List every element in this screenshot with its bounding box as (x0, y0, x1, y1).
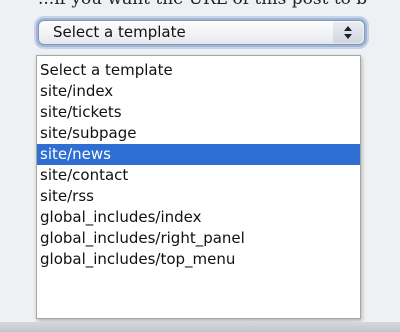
template-select[interactable]: Select a template (38, 20, 365, 45)
select-current-value: Select a template (53, 23, 186, 41)
template-dropdown-list: Select a template site/index site/ticket… (36, 55, 361, 319)
arrow-up-icon (344, 26, 352, 31)
arrow-down-icon (344, 34, 352, 39)
dropdown-option[interactable]: global_includes/top_menu (37, 249, 360, 270)
clipped-instruction-text: ...if you want the URL of this post to b (38, 0, 400, 9)
dropdown-option[interactable]: Select a template (37, 60, 360, 81)
dropdown-option[interactable]: global_includes/index (37, 207, 360, 228)
bottom-bar (0, 322, 400, 332)
dropdown-option[interactable]: global_includes/right_panel (37, 228, 360, 249)
dropdown-option[interactable]: site/subpage (37, 123, 360, 144)
dropdown-option[interactable]: site/rss (37, 186, 360, 207)
dropdown-option[interactable]: site/index (37, 81, 360, 102)
up-down-arrows-icon[interactable] (333, 22, 363, 43)
dropdown-option[interactable]: site/tickets (37, 102, 360, 123)
dropdown-option[interactable]: site/contact (37, 165, 360, 186)
dropdown-option-highlighted[interactable]: site/news (37, 144, 360, 165)
